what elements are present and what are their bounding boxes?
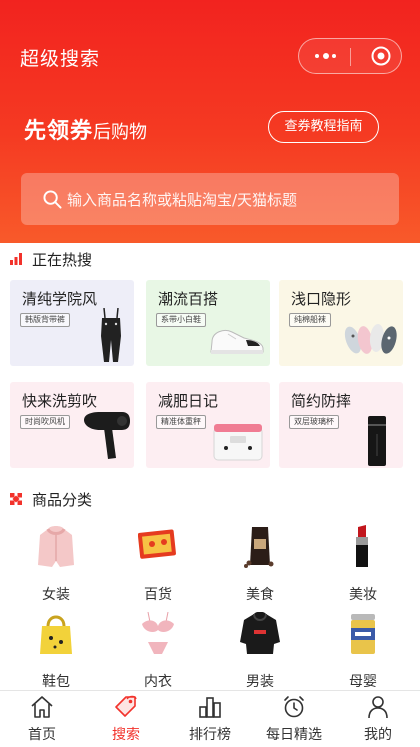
ranking-icon (199, 697, 221, 718)
hot-section-header: 正在热搜 (10, 248, 92, 270)
hot-tile-title: 减肥日记 (158, 392, 219, 410)
page-title: 超级搜索 (20, 48, 101, 70)
more-menu-icon[interactable] (315, 50, 337, 62)
socks-icon (344, 324, 397, 354)
category-label: 美食 (246, 587, 274, 603)
tab-daily-picks[interactable]: 每日精选 (252, 691, 336, 747)
hot-tile-tag: 双层玻璃杯 (289, 415, 339, 429)
coat-icon (38, 526, 74, 567)
category-grid-icon (10, 493, 22, 505)
hot-tile-sneakers[interactable]: 潮流百搭 系带小白鞋 (146, 280, 270, 366)
category-women[interactable]: 女装 (21, 525, 91, 604)
category-food[interactable]: 美食 (225, 525, 295, 604)
header: 超级搜索 先领券后购物 查券教程指南 输入商品名称或粘贴淘宝/天猫标题 (0, 0, 420, 243)
lingerie-icon (142, 611, 174, 654)
close-target-icon[interactable] (371, 46, 391, 66)
hot-tile-cup[interactable]: 简约防摔 双层玻璃杯 (279, 382, 403, 468)
formula-can-icon (351, 614, 375, 654)
hot-tile-hairdryer[interactable]: 快来洗剪吹 时尚吹风机 (10, 382, 134, 468)
weight-scale-icon (213, 424, 263, 461)
goods-box-icon (137, 529, 176, 559)
search-placeholder: 输入商品名称或粘贴淘宝/天猫标题 (67, 191, 298, 209)
category-underwear[interactable]: 内衣 (123, 611, 193, 691)
hair-dryer-icon (84, 412, 130, 459)
home-icon (31, 696, 53, 718)
hot-tile-title: 简约防摔 (291, 392, 352, 410)
hot-tile-title: 潮流百搭 (158, 290, 219, 308)
category-label: 内衣 (144, 674, 172, 690)
category-shoes-bags[interactable]: 鞋包 (21, 612, 91, 691)
hot-tile-tag: 韩版背带裤 (20, 313, 70, 327)
tab-mine[interactable]: 我的 (336, 691, 420, 747)
hot-tile-tag: 纯棉船袜 (289, 313, 331, 327)
trending-bars-icon (10, 253, 22, 265)
hot-tile-title: 快来洗剪吹 (22, 392, 98, 410)
slogan-strong: 先领券 (24, 119, 94, 144)
hot-tile-title: 清纯学院风 (22, 290, 98, 308)
tab-label: 我的 (364, 727, 392, 743)
search-input[interactable]: 输入商品名称或粘贴淘宝/天猫标题 (21, 173, 399, 225)
sneaker-icon (210, 329, 264, 354)
category-label: 百货 (144, 587, 172, 603)
category-label: 鞋包 (42, 674, 70, 690)
coupon-guide-button[interactable]: 查券教程指南 (268, 111, 379, 143)
overalls-icon (101, 308, 121, 362)
hot-tile-scale[interactable]: 减肥日记 精准体重秤 (146, 382, 270, 468)
glass-cup-icon (368, 416, 386, 466)
coffee-bag-icon (244, 527, 274, 568)
category-label: 美妆 (349, 587, 377, 603)
tab-search[interactable]: 搜索 (84, 691, 168, 747)
slogan-rest: 后购物 (93, 122, 148, 143)
tote-bag-icon (40, 615, 72, 654)
category-beauty[interactable]: 美妆 (328, 525, 398, 604)
mini-program-capsule (298, 38, 402, 74)
category-label: 母婴 (349, 674, 377, 690)
tab-label: 排行榜 (189, 727, 231, 743)
hot-tile-tag: 系带小白鞋 (156, 313, 206, 327)
category-men[interactable]: 男装 (225, 611, 295, 691)
hot-tile-tag: 时尚吹风机 (20, 415, 70, 429)
category-label: 男装 (246, 674, 274, 690)
hot-tile-overalls[interactable]: 清纯学院风 韩版背带裤 (10, 280, 134, 366)
hoodie-icon (240, 611, 280, 654)
category-baby[interactable]: 母婴 (328, 612, 398, 691)
search-icon (43, 190, 62, 209)
category-section-title: 商品分类 (32, 490, 93, 509)
hot-tile-socks[interactable]: 浅口隐形 纯棉船袜 (279, 280, 403, 366)
tab-label: 每日精选 (266, 727, 322, 743)
hot-tile-title: 浅口隐形 (291, 290, 352, 308)
slogan: 先领券后购物 (24, 113, 147, 145)
alarm-clock-icon (284, 696, 304, 718)
category-general[interactable]: 百货 (123, 525, 193, 604)
category-label: 女装 (42, 587, 70, 603)
tab-label: 首页 (28, 727, 56, 743)
hot-tile-tag: 精准体重秤 (156, 415, 206, 429)
bottom-tab-bar: 首页 搜索 排行榜 每日精选 我的 (0, 690, 420, 747)
tag-icon (115, 695, 137, 717)
lipstick-icon (356, 525, 368, 567)
tab-label: 搜索 (112, 727, 140, 743)
user-icon (368, 696, 388, 719)
capsule-divider (350, 48, 351, 66)
tab-ranking[interactable]: 排行榜 (168, 691, 252, 747)
category-section-header: 商品分类 (10, 488, 92, 510)
hot-section-title: 正在热搜 (32, 250, 93, 269)
tab-home[interactable]: 首页 (0, 691, 84, 747)
